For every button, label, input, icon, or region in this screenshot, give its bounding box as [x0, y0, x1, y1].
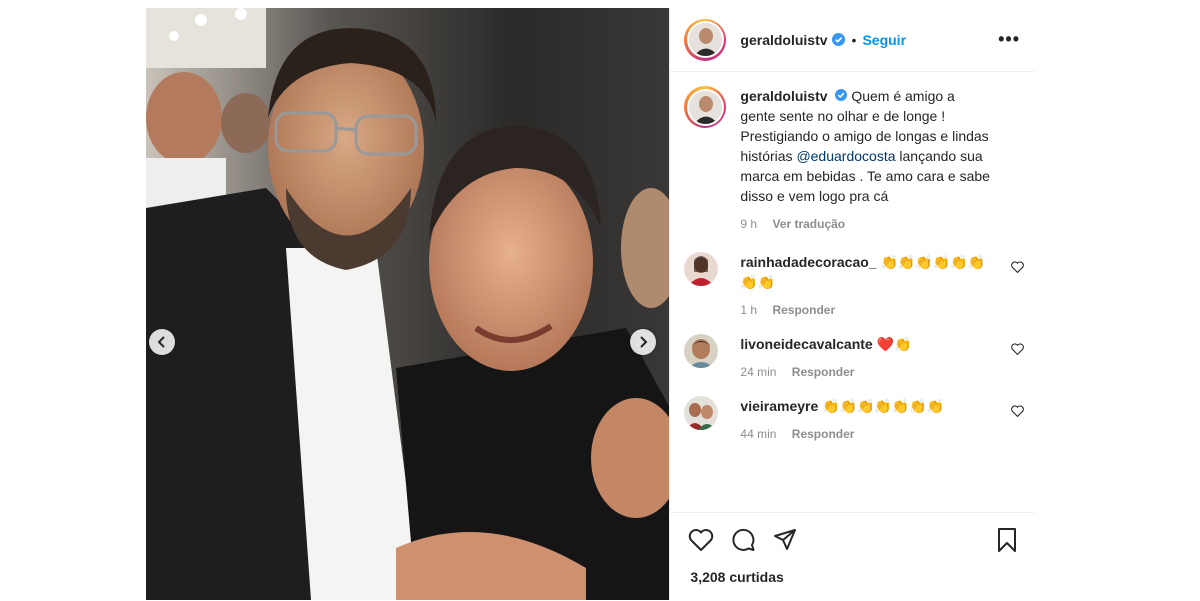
comment-meta: 1 h Responder	[740, 300, 995, 320]
comment-item: livoneidecavalcante ❤️👏 24 min Responder	[670, 334, 1034, 382]
likes-count[interactable]: 3,208 curtidas	[670, 553, 1034, 585]
caption-time: 9 h	[740, 217, 758, 231]
chevron-right-icon	[640, 336, 648, 348]
comment-time: 1 h	[740, 303, 758, 317]
chevron-left-icon	[157, 336, 165, 348]
commenter-avatar[interactable]	[684, 396, 719, 430]
translate-button[interactable]: Ver tradução	[772, 217, 845, 231]
share-icon[interactable]	[772, 527, 798, 553]
commenter-username[interactable]: livoneidecavalcante	[740, 336, 872, 352]
post-header: geraldoluistv • Seguir •••	[670, 8, 1034, 72]
avatar-image	[684, 334, 719, 368]
mention-link[interactable]: @eduardocosta	[796, 148, 895, 164]
comment-meta: 44 min Responder	[740, 424, 995, 444]
comment-time: 24 min	[740, 365, 777, 379]
caption-username[interactable]: geraldoluistv	[740, 88, 827, 104]
caption-body: geraldoluistv Quem é amigo a gente sente…	[740, 86, 990, 234]
comment-item: vieirameyre 👏👏👏👏👏👏👏 44 min Responder	[670, 396, 1034, 444]
reply-button[interactable]: Responder	[792, 427, 855, 441]
caption-avatar[interactable]	[684, 86, 727, 128]
comment-time: 44 min	[740, 427, 777, 441]
commenter-username[interactable]: vieirameyre	[740, 398, 818, 414]
author-avatar[interactable]	[684, 18, 727, 61]
reply-button[interactable]: Responder	[792, 365, 855, 379]
verified-badge-icon	[835, 89, 848, 101]
avatar-image	[688, 90, 722, 124]
commenter-avatar[interactable]	[684, 334, 719, 368]
caption: geraldoluistv Quem é amigo a gente sente…	[670, 72, 1034, 234]
previous-photo-button[interactable]	[149, 329, 175, 355]
comment-icon[interactable]	[730, 527, 756, 553]
avatar-image	[684, 396, 719, 430]
like-comment-heart-icon[interactable]	[1011, 260, 1024, 278]
post-actions: 3,208 curtidas	[670, 512, 1035, 601]
reply-button[interactable]: Responder	[772, 303, 835, 317]
heart-icon[interactable]	[688, 528, 714, 552]
photo-illustration	[146, 8, 670, 600]
instagram-post: geraldoluistv • Seguir ••• geraldoluistv…	[146, 8, 1035, 601]
comment-meta: 24 min Responder	[740, 362, 995, 382]
post-photo	[146, 8, 670, 600]
comment-text: ❤️👏	[876, 336, 912, 352]
comment-item: rainhadadecoracao_ 👏👏👏👏👏👏👏👏 1 h Responde…	[670, 252, 1034, 320]
follow-button[interactable]: Seguir	[862, 32, 906, 48]
commenter-username[interactable]: rainhadadecoracao_	[740, 254, 876, 270]
comment-text: 👏👏👏👏👏👏👏	[822, 398, 945, 414]
avatar-image	[684, 252, 719, 286]
commenter-avatar[interactable]	[684, 252, 719, 286]
avatar-image	[688, 23, 722, 56]
bookmark-icon[interactable]	[996, 527, 1018, 553]
verified-badge-icon	[831, 33, 845, 46]
post-side-panel: geraldoluistv • Seguir ••• geraldoluistv…	[669, 8, 1035, 601]
separator-dot: •	[851, 31, 857, 48]
author-username[interactable]: geraldoluistv	[740, 32, 827, 48]
caption-meta: 9 h Ver tradução	[740, 214, 990, 234]
like-comment-heart-icon[interactable]	[1011, 342, 1024, 360]
more-options-button[interactable]: •••	[998, 29, 1020, 50]
like-comment-heart-icon[interactable]	[1011, 404, 1024, 422]
